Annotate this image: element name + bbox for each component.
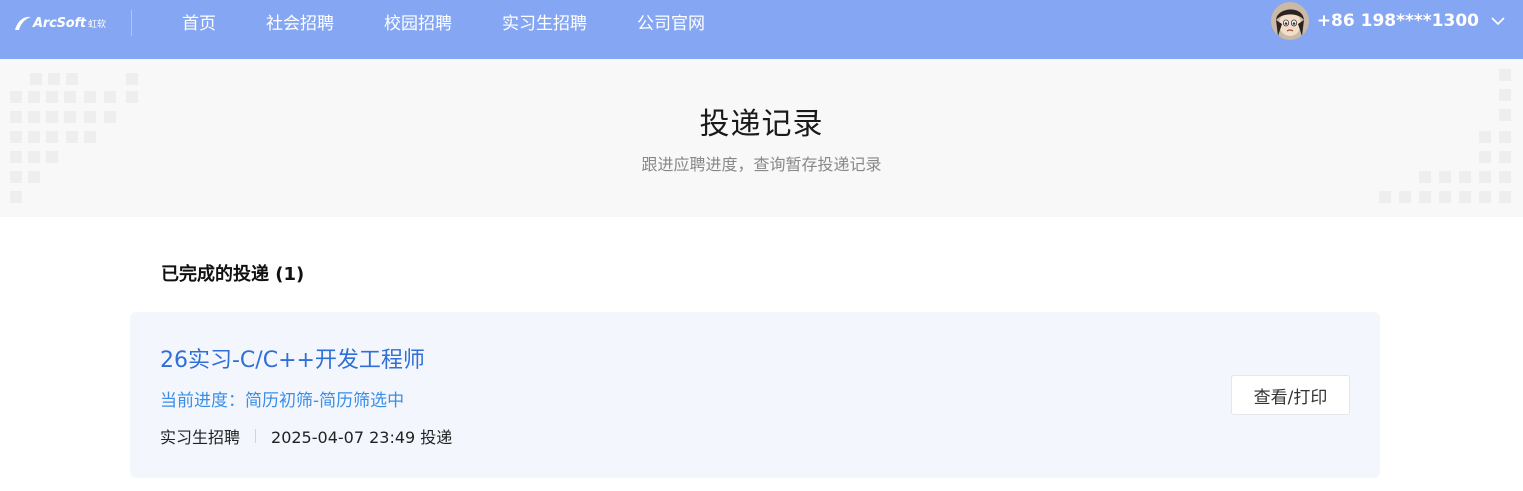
application-submitted-time: 2025-04-07 23:49 投递	[271, 428, 453, 447]
header-divider	[131, 10, 132, 36]
logo-chinese-text: 虹软	[87, 19, 106, 30]
avatar-icon	[1270, 2, 1309, 40]
user-phone: +86 198****1300	[1316, 11, 1479, 31]
job-title-link[interactable]: 26实习-C/C++开发工程师	[160, 342, 425, 374]
application-card: 26实习-C/C++开发工程师 当前进度：简历初筛-简历筛选中 实习生招聘 20…	[130, 312, 1380, 478]
page-title: 投递记录	[699, 107, 824, 142]
avatar[interactable]	[1270, 2, 1309, 40]
nav-item-home[interactable]: 首页	[182, 9, 216, 34]
view-print-button[interactable]: 查看/打印	[1231, 375, 1350, 415]
chevron-down-icon[interactable]	[1491, 16, 1505, 26]
page-subtitle: 跟进应聘进度，查询暂存投递记录	[641, 155, 882, 174]
nav-item-campus-recruitment[interactable]: 校园招聘	[384, 9, 452, 34]
arcsoft-logo[interactable]: ArcSoft 虹软	[14, 12, 106, 34]
user-menu[interactable]: +86 198****1300	[1270, 2, 1505, 40]
logo-swoosh-icon	[15, 16, 31, 30]
nav-item-social-recruitment[interactable]: 社会招聘	[266, 9, 334, 34]
nav-item-company-website[interactable]: 公司官网	[637, 9, 705, 34]
nav-item-intern-recruitment[interactable]: 实习生招聘	[502, 9, 587, 34]
application-progress: 当前进度：简历初筛-简历筛选中	[160, 391, 405, 411]
meta-divider	[255, 429, 257, 443]
logo-text: ArcSoft	[33, 15, 86, 31]
application-category: 实习生招聘	[160, 428, 241, 447]
main-nav: 首页 社会招聘 校园招聘 实习生招聘 公司官网	[182, 0, 755, 42]
page-hero: 投递记录 跟进应聘进度，查询暂存投递记录	[0, 59, 1523, 217]
application-meta: 实习生招聘 2025-04-07 23:49 投递	[160, 424, 452, 448]
completed-applications-heading: 已完成的投递 (1)	[161, 264, 305, 285]
top-navigation-bar: ArcSoft 虹软 首页 社会招聘 校园招聘 实习生招聘 公司官网 +86 1…	[0, 0, 1523, 59]
